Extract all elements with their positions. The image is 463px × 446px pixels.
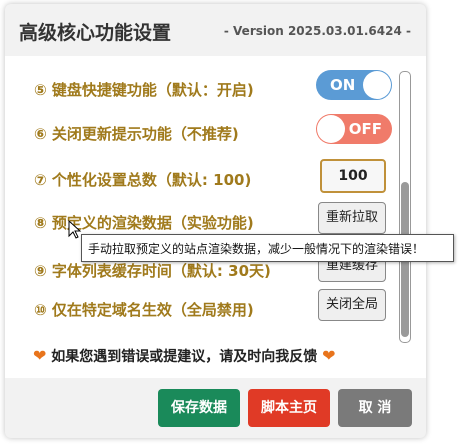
feedback-line: ❤ 如果您遇到错误或提建议，请及时向我反馈 ❤ bbox=[33, 346, 336, 366]
save-button[interactable]: 保存数据 bbox=[158, 389, 240, 427]
dialog-title: 高级核心功能设置 bbox=[19, 22, 172, 44]
dialog-footer: 保存数据 脚本主页 取 消 bbox=[5, 378, 426, 438]
cancel-button[interactable]: 取 消 bbox=[338, 389, 412, 427]
setting-label: ⑥ 关闭更新提示功能（不推荐) bbox=[34, 125, 239, 143]
setting-row-keyboard-shortcuts: ⑤ 键盘快捷键功能（默认：开启) ON bbox=[34, 69, 394, 109]
tooltip: 手动拉取预定义的站点渲染数据，减少一般情况下的渲染错误！ bbox=[81, 234, 454, 262]
setting-row-update-notice: ⑥ 关闭更新提示功能（不推荐) OFF bbox=[34, 113, 394, 153]
refetch-button[interactable]: 重新拉取 bbox=[318, 202, 386, 234]
keyboard-shortcuts-toggle[interactable]: ON bbox=[316, 70, 392, 100]
toggle-state-text: ON bbox=[330, 76, 356, 94]
setting-label: ⑨ 字体列表缓存时间（默认: 30天) bbox=[34, 262, 271, 280]
setting-label: ⑤ 键盘快捷键功能（默认：开启) bbox=[34, 81, 254, 99]
setting-label: ⑧ 预定义的渲染数据（实验功能) bbox=[34, 214, 254, 232]
dialog-header: 高级核心功能设置 - Version 2025.03.01.6424 - bbox=[5, 4, 426, 56]
heart-icon: ❤ bbox=[322, 346, 336, 365]
script-homepage-button[interactable]: 脚本主页 bbox=[248, 389, 330, 427]
disable-global-button[interactable]: 关闭全局 bbox=[318, 289, 386, 321]
update-notice-toggle[interactable]: OFF bbox=[316, 114, 392, 144]
settings-panel: ⑤ 键盘快捷键功能（默认：开启) ON ⑥ 关闭更新提示功能（不推荐) OFF … bbox=[5, 56, 426, 378]
personalization-count-input[interactable]: 100 bbox=[320, 159, 386, 193]
setting-label: ⑩ 仅在特定域名生效（全局禁用) bbox=[34, 301, 254, 319]
toggle-state-text: OFF bbox=[348, 120, 382, 138]
setting-label: ⑦ 个性化设置总数（默认: 100) bbox=[34, 171, 252, 189]
toggle-knob bbox=[363, 71, 391, 99]
mouse-cursor-icon bbox=[68, 220, 82, 239]
setting-row-domain-scope: ⑩ 仅在特定域名生效（全局禁用) 关闭全局 bbox=[34, 289, 394, 329]
heart-icon: ❤ bbox=[33, 346, 47, 365]
feedback-text: 如果您遇到错误或提建议，请及时向我反馈 bbox=[51, 349, 318, 365]
version-label: - Version 2025.03.01.6424 - bbox=[223, 24, 411, 38]
scrollbar[interactable] bbox=[399, 71, 411, 343]
toggle-knob bbox=[317, 115, 345, 143]
setting-row-personalization-count: ⑦ 个性化设置总数（默认: 100) 100 bbox=[34, 159, 394, 199]
